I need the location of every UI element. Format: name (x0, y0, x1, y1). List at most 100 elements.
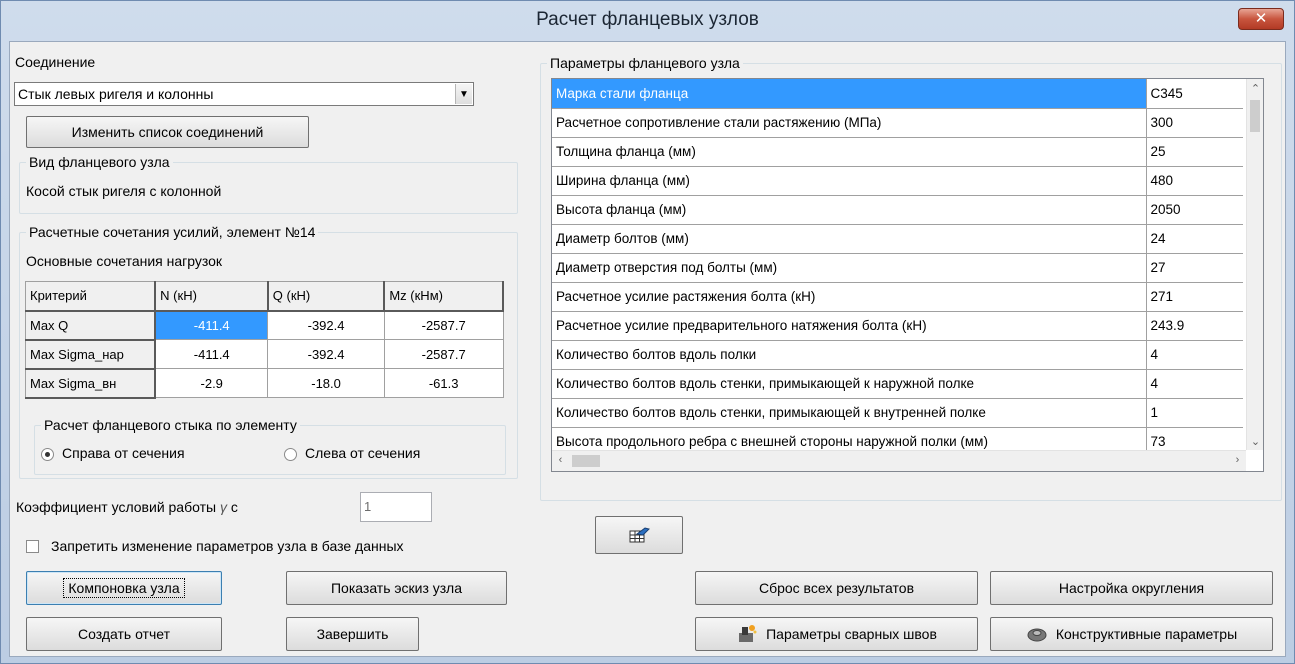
forces-table: Критерий N (кН) Q (кН) Mz (кНм) Max Q -4… (25, 281, 504, 399)
client-area: Соединение Стык левых ригеля и колонны ▼… (9, 41, 1286, 657)
main-window: Расчет фланцевых узлов ✕ Соединение Стык… (0, 0, 1295, 664)
table-row[interactable]: Max Sigma_вн -2.9 -18.0 -61.3 (25, 368, 504, 399)
param-name: Высота фланца (мм) (552, 195, 1147, 225)
finish-label: Завершить (316, 626, 389, 642)
param-value[interactable]: 243.9 (1146, 311, 1243, 341)
table-row[interactable]: Диаметр отверстия под болты (мм) 27 (552, 253, 1243, 283)
chevron-down-icon[interactable]: ▼ (455, 84, 472, 104)
param-value[interactable]: 300 (1146, 108, 1243, 138)
weld-params-button[interactable]: Параметры сварных швов (695, 617, 978, 651)
finish-button[interactable]: Завершить (286, 617, 419, 651)
table-row[interactable]: Расчетное усилие растяжения болта (кН) 27… (552, 282, 1243, 312)
table-row[interactable]: Max Sigma_нар -411.4 -392.4 -2587.7 (25, 339, 504, 370)
window-title: Расчет фланцевых узлов (536, 9, 759, 30)
design-params-button[interactable]: Конструктивные параметры (990, 617, 1273, 651)
close-button[interactable]: ✕ (1238, 8, 1284, 30)
lock-params-checkbox[interactable] (26, 540, 39, 553)
table-row[interactable]: Расчетное сопротивление стали растяжению… (552, 108, 1243, 138)
table-row[interactable]: Толщина фланца (мм) 25 (552, 137, 1243, 167)
param-value[interactable]: 4 (1146, 369, 1243, 399)
work-coef-label: Коэффициент условий работы γ c (16, 499, 238, 515)
table-row[interactable]: Количество болтов вдоль полки 4 (552, 340, 1243, 370)
param-name: Марка стали фланца (552, 79, 1147, 109)
params-grid[interactable]: Марка стали фланца С345 Расчетное сопроти… (551, 78, 1264, 472)
cell-q[interactable]: -18.0 (267, 368, 385, 398)
cell-mz[interactable]: -2587.7 (383, 310, 504, 340)
param-value[interactable]: 271 (1146, 282, 1243, 312)
design-params-label: Конструктивные параметры (1055, 626, 1238, 642)
param-value[interactable]: 480 (1146, 166, 1243, 196)
params-table: Марка стали фланца С345 Расчетное сопроти… (552, 79, 1243, 457)
joint-type-value: Косой стык ригеля с колонной (26, 183, 222, 199)
radio-left-option[interactable]: Слева от сечения (284, 445, 420, 461)
table-row[interactable]: Диаметр болтов (мм) 24 (552, 224, 1243, 254)
connection-select[interactable]: Стык левых ригеля и колонны ▼ (14, 82, 474, 106)
joint-type-title: Вид фланцевого узла (26, 154, 173, 170)
edit-connections-button[interactable]: Изменить список соединений (26, 116, 309, 148)
param-name: Расчетное сопротивление стали растяжению… (552, 108, 1147, 138)
params-group: Параметры фланцевого узла Марка стали фл… (540, 55, 1282, 501)
weld-icon (739, 625, 757, 642)
joint-type-group: Вид фланцевого узла Косой стык ригеля с … (19, 154, 518, 214)
param-name: Диаметр отверстия под болты (мм) (552, 253, 1147, 283)
radio-right[interactable] (41, 447, 54, 461)
col-header-criterion: Критерий (25, 281, 157, 312)
cell-n[interactable]: -2.9 (154, 368, 269, 398)
rounding-settings-label: Настройка округления (1058, 580, 1205, 596)
layout-button[interactable]: Компоновка узла (26, 571, 222, 605)
param-name: Расчетное усилие предварительного натяже… (552, 311, 1147, 341)
show-sketch-button[interactable]: Показать эскиз узла (286, 571, 507, 605)
row-criterion: Max Sigma_вн (25, 368, 157, 399)
table-row[interactable]: Max Q -411.4 -392.4 -2587.7 (25, 310, 504, 341)
params-horizontal-scrollbar[interactable]: ‹ › (552, 450, 1246, 471)
create-report-button[interactable]: Создать отчет (26, 617, 222, 651)
col-header-q: Q (кН) (267, 281, 386, 312)
param-value[interactable]: С345 (1146, 79, 1243, 109)
work-coef-text: Коэффициент условий работы (16, 499, 220, 515)
table-row[interactable]: Количество болтов вдоль стенки, примыкаю… (552, 369, 1243, 399)
table-row[interactable]: Марка стали фланца С345 (552, 79, 1243, 109)
param-name: Количество болтов вдоль стенки, примыкаю… (552, 369, 1147, 399)
cell-mz[interactable]: -61.3 (383, 368, 504, 398)
param-value[interactable]: 1 (1146, 398, 1243, 428)
connection-selected-value: Стык левых ригеля и колонны (18, 86, 214, 102)
radio-right-option[interactable]: Справа от сечения (41, 445, 185, 461)
cell-q[interactable]: -392.4 (267, 339, 385, 369)
params-vertical-scrollbar[interactable]: ⌃ ⌄ (1246, 79, 1263, 450)
rounding-settings-button[interactable]: Настройка округления (990, 571, 1273, 605)
radio-left[interactable] (284, 447, 297, 461)
param-value[interactable]: 2050 (1146, 195, 1243, 225)
vertical-scroll-thumb[interactable] (1250, 100, 1260, 132)
table-row[interactable]: Количество болтов вдоль стенки, примыкаю… (552, 398, 1243, 428)
work-coef-value: 1 (364, 499, 372, 514)
scroll-left-icon[interactable]: ‹ (552, 454, 569, 466)
combinations-title: Расчетные сочетания усилий, элемент №14 (26, 224, 319, 240)
combinations-subtitle: Основные сочетания нагрузок (26, 253, 223, 269)
params-title: Параметры фланцевого узла (547, 55, 743, 71)
cell-n[interactable]: -411.4 (154, 339, 269, 369)
scroll-up-icon[interactable]: ⌃ (1247, 82, 1263, 95)
radio-right-label: Справа от сечения (62, 445, 185, 461)
param-name: Количество болтов вдоль стенки, примыкаю… (552, 398, 1147, 428)
param-value[interactable]: 25 (1146, 137, 1243, 167)
table-row[interactable]: Высота фланца (мм) 2050 (552, 195, 1243, 225)
param-name: Расчетное усилие растяжения болта (кН) (552, 282, 1147, 312)
table-row[interactable]: Расчетное усилие предварительного натяже… (552, 311, 1243, 341)
scroll-down-icon[interactable]: ⌄ (1247, 435, 1263, 448)
col-header-n: N (кН) (154, 281, 269, 312)
param-value[interactable]: 27 (1146, 253, 1243, 283)
export-button[interactable] (595, 516, 683, 554)
param-value[interactable]: 24 (1146, 224, 1243, 254)
cell-n[interactable]: -411.4 (154, 310, 269, 340)
work-coef-input[interactable]: 1 (360, 492, 432, 522)
param-value[interactable]: 4 (1146, 340, 1243, 370)
param-name: Количество болтов вдоль полки (552, 340, 1147, 370)
cell-q[interactable]: -392.4 (267, 310, 385, 340)
combinations-group: Расчетные сочетания усилий, элемент №14 … (19, 224, 518, 479)
table-row[interactable]: Ширина фланца (мм) 480 (552, 166, 1243, 196)
reset-results-button[interactable]: Сброс всех результатов (695, 571, 978, 605)
lock-params-label: Запретить изменение параметров узла в ба… (51, 538, 404, 554)
horizontal-scroll-thumb[interactable] (572, 455, 600, 467)
cell-mz[interactable]: -2587.7 (383, 339, 504, 369)
scroll-right-icon[interactable]: › (1229, 454, 1246, 466)
